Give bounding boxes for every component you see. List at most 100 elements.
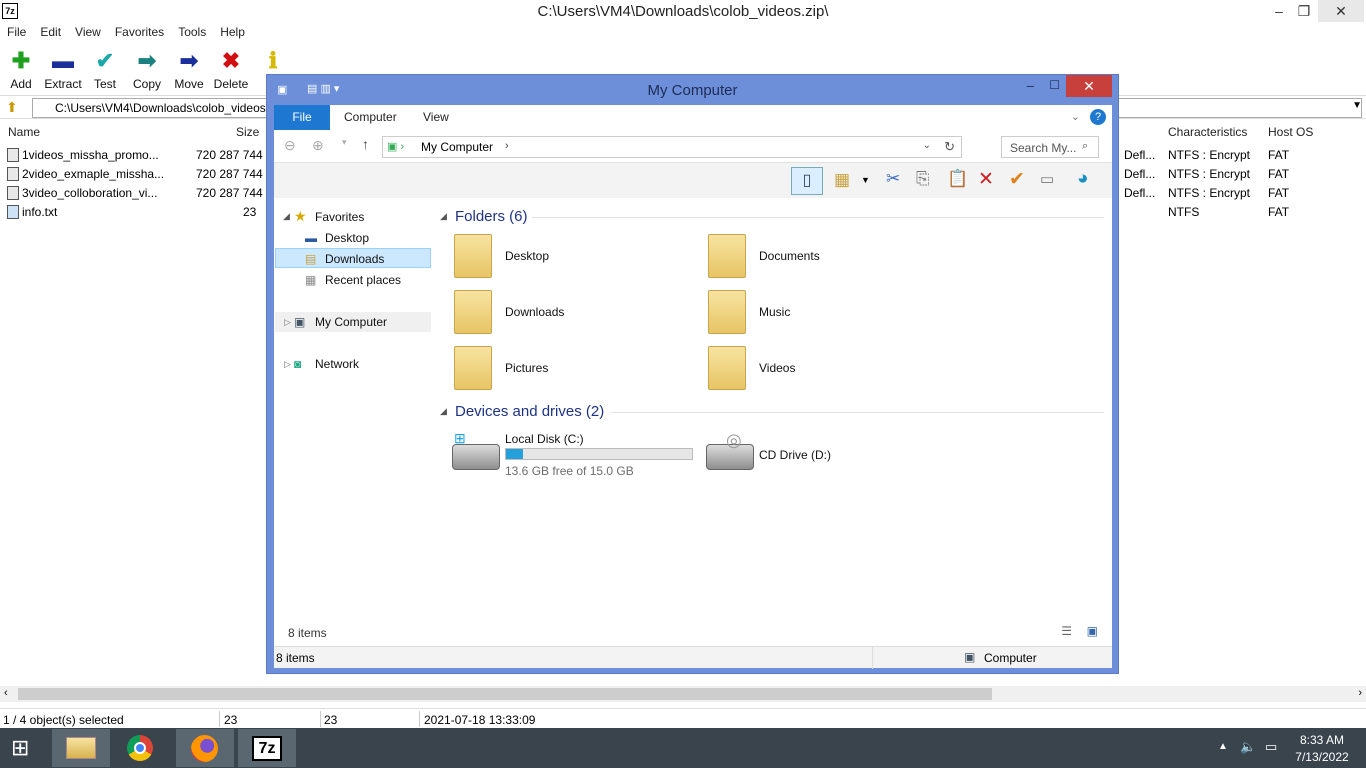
file-characteristics: NTFS : Encrypt — [1168, 186, 1251, 200]
menu-file[interactable]: File — [0, 23, 33, 41]
clock-time[interactable]: 8:33 AM — [1290, 733, 1354, 747]
menu-edit[interactable]: Edit — [33, 23, 68, 41]
drive-cd-d[interactable]: ◎ CD Drive (D:) — [706, 426, 956, 478]
rename-field-icon[interactable]: ▭ — [1040, 170, 1054, 188]
close-button[interactable]: ✕ — [1318, 0, 1364, 22]
rename-check-icon[interactable]: ✔ — [1009, 168, 1025, 191]
network-tray-icon[interactable]: ▭ — [1265, 739, 1277, 755]
text-file-icon — [7, 205, 19, 219]
nav-downloads[interactable]: Downloads — [325, 249, 384, 269]
taskbar-7zip[interactable]: 7z — [238, 729, 296, 767]
nav-my-computer[interactable]: My Computer — [315, 312, 387, 332]
explorer-minimize-button[interactable]: – — [1027, 78, 1034, 93]
explorer-close-button[interactable]: ✕ — [1066, 75, 1112, 97]
up-arrow-icon[interactable]: ↑ — [362, 136, 369, 152]
scrollbar-thumb[interactable] — [18, 688, 992, 700]
expand-network-icon[interactable]: ▷ — [284, 354, 291, 374]
file-host-os: FAT — [1268, 167, 1290, 181]
tab-computer[interactable]: Computer — [331, 105, 410, 130]
volume-muted-icon[interactable]: 🔈 — [1240, 739, 1256, 755]
menu-tools[interactable]: Tools — [171, 23, 213, 41]
help-icon[interactable]: ? — [1090, 109, 1106, 125]
folders-group-header[interactable]: Folders (6) — [455, 208, 528, 225]
properties-icon[interactable]: ▦ — [834, 170, 850, 190]
column-size[interactable]: Size — [236, 125, 259, 139]
file-name: 2video_exmaple_missha... — [7, 167, 164, 181]
back-arrow-icon[interactable]: ⊖ — [284, 137, 296, 154]
collapse-drives-icon[interactable]: ◢ — [440, 406, 447, 417]
column-name[interactable]: Name — [8, 125, 40, 139]
downloads-folder-icon: ▤ — [305, 252, 317, 266]
refresh-icon[interactable]: ↻ — [944, 139, 955, 155]
scroll-left-icon[interactable]: ‹ — [4, 687, 8, 699]
test-button[interactable]: ✔ Test — [84, 49, 126, 92]
scroll-right-icon[interactable]: › — [1358, 687, 1362, 699]
folder-desktop[interactable]: Desktop — [454, 234, 704, 284]
horizontal-scrollbar[interactable]: ‹ › — [0, 686, 1366, 702]
breadcrumb-chevron-icon[interactable]: › — [505, 140, 509, 152]
nav-network[interactable]: Network — [315, 354, 359, 374]
add-button[interactable]: ✚ Add — [0, 49, 42, 92]
tab-view[interactable]: View — [410, 105, 462, 130]
nav-desktop[interactable]: Desktop — [325, 228, 369, 248]
expand-my-computer-icon[interactable]: ▷ — [284, 312, 291, 332]
forward-arrow-icon[interactable]: ⊕ — [312, 137, 324, 154]
file-size: 720 287 744 — [196, 167, 263, 181]
menu-view[interactable]: View — [68, 23, 108, 41]
folder-documents[interactable]: Documents — [708, 234, 958, 284]
taskbar-file-explorer[interactable] — [52, 729, 110, 767]
breadcrumb-my-computer[interactable]: My Computer — [421, 140, 493, 154]
nav-favorites[interactable]: Favorites — [315, 207, 364, 227]
explorer-maximize-button[interactable]: ☐ — [1049, 78, 1060, 92]
copy-button[interactable]: ➡ Copy — [126, 49, 168, 92]
documents-folder-icon — [708, 234, 746, 278]
details-view-icon[interactable]: ☰ — [1061, 624, 1072, 638]
folder-up-icon[interactable]: ⬆ — [6, 99, 22, 115]
status-modified: 2021-07-18 13:33:09 — [424, 713, 536, 727]
recent-chevron-icon[interactable]: ▾ — [342, 137, 347, 148]
copy-icon[interactable]: ⎘ — [916, 169, 930, 189]
menu-bar: File Edit View Favorites Tools Help — [0, 23, 1366, 43]
collapse-favorites-icon[interactable]: ◢ — [283, 206, 290, 226]
file-size: 23 — [243, 205, 257, 219]
video-file-icon — [7, 167, 19, 181]
delete-button[interactable]: ✖ Delete — [210, 49, 252, 92]
large-icons-view-icon[interactable]: ▣ — [1087, 624, 1098, 638]
extract-button[interactable]: ▬ Extract — [42, 49, 84, 92]
videos-folder-icon — [708, 346, 746, 390]
delete-icon[interactable]: ✕ — [978, 168, 994, 191]
chevron-down-icon[interactable]: ▼ — [1352, 100, 1362, 111]
tab-file[interactable]: File — [274, 105, 330, 130]
ribbon-expand-icon[interactable]: ⌄ — [1071, 110, 1080, 123]
taskbar: ⊞ 7z ▲ 🔈 ▭ 8:33 AM 7/13/2022 — [0, 728, 1366, 768]
taskbar-chrome[interactable] — [112, 729, 170, 767]
start-button[interactable]: ⊞ — [0, 729, 48, 767]
drives-group-header[interactable]: Devices and drives (2) — [455, 403, 604, 420]
folder-music[interactable]: Music — [708, 290, 958, 340]
maximize-button[interactable]: ❐ — [1289, 0, 1319, 22]
folder-videos[interactable]: Videos — [708, 346, 958, 396]
properties-dropdown-icon[interactable]: ▼ — [861, 175, 870, 185]
menu-favorites[interactable]: Favorites — [108, 23, 171, 41]
nav-recent-places[interactable]: Recent places — [325, 270, 401, 290]
column-host-os[interactable]: Host OS — [1268, 125, 1313, 139]
collapse-folders-icon[interactable]: ◢ — [440, 211, 447, 222]
folder-pictures[interactable]: Pictures — [454, 346, 704, 396]
my-computer-icon: ▣ — [294, 315, 306, 329]
drive-local-disk-c[interactable]: ⊞ Local Disk (C:) 13.6 GB free of 15.0 G… — [452, 426, 702, 478]
folder-downloads[interactable]: Downloads — [454, 290, 704, 340]
cut-icon[interactable]: ✂ — [886, 169, 900, 189]
preview-pane-icon[interactable]: ▯ — [791, 167, 823, 195]
column-characteristics[interactable]: Characteristics — [1168, 125, 1247, 139]
globe-icon[interactable]: ◕ — [1077, 168, 1088, 190]
explorer-window: ▣ ▤ ▥ ▾ My Computer – ☐ ✕ File Computer … — [266, 74, 1119, 674]
menu-help[interactable]: Help — [213, 23, 252, 41]
address-dropdown-icon[interactable]: ⌄ — [923, 140, 931, 151]
breadcrumb[interactable]: ▣ › My Computer › ⌄ ↻ — [382, 136, 962, 158]
paste-icon[interactable]: 📋 — [947, 169, 968, 189]
taskbar-firefox[interactable] — [176, 729, 234, 767]
move-button[interactable]: ➡ Move — [168, 49, 210, 92]
status-bar: 1 / 4 object(s) selected 23 23 2021-07-1… — [0, 708, 1366, 728]
clock-date[interactable]: 7/13/2022 — [1290, 750, 1354, 764]
tray-expand-icon[interactable]: ▲ — [1218, 741, 1228, 752]
